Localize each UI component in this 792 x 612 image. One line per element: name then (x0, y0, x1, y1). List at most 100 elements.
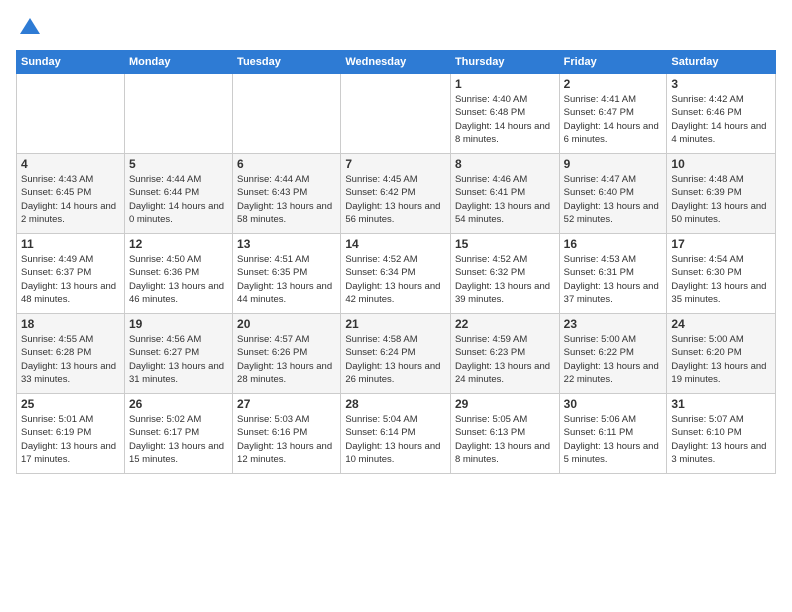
day-info: Sunrise: 4:41 AMSunset: 6:47 PMDaylight:… (564, 93, 663, 146)
table-row: 13 Sunrise: 4:51 AMSunset: 6:35 PMDayligh… (233, 234, 341, 314)
day-info: Sunrise: 5:07 AMSunset: 6:10 PMDaylight:… (671, 413, 771, 466)
table-row: 16 Sunrise: 4:53 AMSunset: 6:31 PMDayligh… (559, 234, 667, 314)
day-info: Sunrise: 4:59 AMSunset: 6:23 PMDaylight:… (455, 333, 555, 386)
table-row: 8 Sunrise: 4:46 AMSunset: 6:41 PMDaylight… (450, 154, 559, 234)
day-info: Sunrise: 4:53 AMSunset: 6:31 PMDaylight:… (564, 253, 663, 306)
table-row: 30 Sunrise: 5:06 AMSunset: 6:11 PMDayligh… (559, 394, 667, 474)
day-info: Sunrise: 4:46 AMSunset: 6:41 PMDaylight:… (455, 173, 555, 226)
table-row: 12 Sunrise: 4:50 AMSunset: 6:36 PMDayligh… (124, 234, 232, 314)
day-info: Sunrise: 4:47 AMSunset: 6:40 PMDaylight:… (564, 173, 663, 226)
col-sunday: Sunday (17, 51, 125, 74)
day-number: 14 (345, 237, 446, 251)
day-info: Sunrise: 4:54 AMSunset: 6:30 PMDaylight:… (671, 253, 771, 306)
table-row: 29 Sunrise: 5:05 AMSunset: 6:13 PMDayligh… (450, 394, 559, 474)
calendar-week-row: 18 Sunrise: 4:55 AMSunset: 6:28 PMDayligh… (17, 314, 776, 394)
day-info: Sunrise: 5:06 AMSunset: 6:11 PMDaylight:… (564, 413, 663, 466)
day-number: 7 (345, 157, 446, 171)
day-number: 13 (237, 237, 336, 251)
day-number: 27 (237, 397, 336, 411)
table-row: 19 Sunrise: 4:56 AMSunset: 6:27 PMDayligh… (124, 314, 232, 394)
day-info: Sunrise: 5:04 AMSunset: 6:14 PMDaylight:… (345, 413, 446, 466)
day-info: Sunrise: 4:58 AMSunset: 6:24 PMDaylight:… (345, 333, 446, 386)
table-row: 28 Sunrise: 5:04 AMSunset: 6:14 PMDayligh… (341, 394, 451, 474)
day-number: 3 (671, 77, 771, 91)
table-row: 31 Sunrise: 5:07 AMSunset: 6:10 PMDayligh… (667, 394, 776, 474)
table-row: 22 Sunrise: 4:59 AMSunset: 6:23 PMDayligh… (450, 314, 559, 394)
table-row: 11Sunrise: 4:49 AMSunset: 6:37 PMDayligh… (17, 234, 125, 314)
col-wednesday: Wednesday (341, 51, 451, 74)
day-info: Sunrise: 4:52 AMSunset: 6:32 PMDaylight:… (455, 253, 555, 306)
table-row: 5Sunrise: 4:44 AMSunset: 6:44 PMDaylight… (124, 154, 232, 234)
logo-icon (18, 16, 42, 40)
table-row (341, 74, 451, 154)
table-row: 4 Sunrise: 4:43 AMSunset: 6:45 PMDaylight… (17, 154, 125, 234)
col-thursday: Thursday (450, 51, 559, 74)
day-number: 16 (564, 237, 663, 251)
day-info: Sunrise: 5:00 AMSunset: 6:20 PMDaylight:… (671, 333, 771, 386)
table-row (233, 74, 341, 154)
calendar-week-row: 4 Sunrise: 4:43 AMSunset: 6:45 PMDaylight… (17, 154, 776, 234)
day-info: Sunrise: 4:50 AMSunset: 6:36 PMDaylight:… (129, 253, 228, 306)
day-info: Sunrise: 4:45 AMSunset: 6:42 PMDaylight:… (345, 173, 446, 226)
calendar-week-row: 25Sunrise: 5:01 AMSunset: 6:19 PMDayligh… (17, 394, 776, 474)
day-info: Sunrise: 4:44 AMSunset: 6:43 PMDaylight:… (237, 173, 336, 226)
day-number: 29 (455, 397, 555, 411)
day-info: Sunrise: 4:55 AMSunset: 6:28 PMDaylight:… (21, 333, 120, 386)
table-row: 25Sunrise: 5:01 AMSunset: 6:19 PMDayligh… (17, 394, 125, 474)
day-number: 22 (455, 317, 555, 331)
day-info: Sunrise: 4:56 AMSunset: 6:27 PMDaylight:… (129, 333, 228, 386)
day-info: Sunrise: 4:52 AMSunset: 6:34 PMDaylight:… (345, 253, 446, 306)
day-number: 9 (564, 157, 663, 171)
calendar-week-row: 1Sunrise: 4:40 AMSunset: 6:48 PMDaylight… (17, 74, 776, 154)
day-number: 8 (455, 157, 555, 171)
table-row (17, 74, 125, 154)
col-saturday: Saturday (667, 51, 776, 74)
day-info: Sunrise: 4:51 AMSunset: 6:35 PMDaylight:… (237, 253, 336, 306)
table-row: 18 Sunrise: 4:55 AMSunset: 6:28 PMDayligh… (17, 314, 125, 394)
day-number: 17 (671, 237, 771, 251)
table-row: 21 Sunrise: 4:58 AMSunset: 6:24 PMDayligh… (341, 314, 451, 394)
calendar-table: Sunday Monday Tuesday Wednesday Thursday… (16, 50, 776, 474)
day-number: 12 (129, 237, 228, 251)
day-number: 10 (671, 157, 771, 171)
day-number: 4 (21, 157, 120, 171)
day-number: 19 (129, 317, 228, 331)
day-number: 15 (455, 237, 555, 251)
table-row: 6 Sunrise: 4:44 AMSunset: 6:43 PMDaylight… (233, 154, 341, 234)
day-info: Sunrise: 4:42 AMSunset: 6:46 PMDaylight:… (671, 93, 771, 146)
table-row: 23Sunrise: 5:00 AMSunset: 6:22 PMDayligh… (559, 314, 667, 394)
day-number: 2 (564, 77, 663, 91)
page: Sunday Monday Tuesday Wednesday Thursday… (0, 0, 792, 612)
day-info: Sunrise: 4:43 AMSunset: 6:45 PMDaylight:… (21, 173, 120, 226)
table-row: 14 Sunrise: 4:52 AMSunset: 6:34 PMDayligh… (341, 234, 451, 314)
col-tuesday: Tuesday (233, 51, 341, 74)
logo-text (16, 16, 42, 40)
day-number: 31 (671, 397, 771, 411)
header (16, 16, 776, 40)
day-number: 30 (564, 397, 663, 411)
day-number: 21 (345, 317, 446, 331)
day-info: Sunrise: 5:05 AMSunset: 6:13 PMDaylight:… (455, 413, 555, 466)
table-row: 9 Sunrise: 4:47 AMSunset: 6:40 PMDaylight… (559, 154, 667, 234)
col-friday: Friday (559, 51, 667, 74)
day-number: 18 (21, 317, 120, 331)
table-row (124, 74, 232, 154)
col-monday: Monday (124, 51, 232, 74)
day-number: 6 (237, 157, 336, 171)
day-info: Sunrise: 5:03 AMSunset: 6:16 PMDaylight:… (237, 413, 336, 466)
day-info: Sunrise: 5:02 AMSunset: 6:17 PMDaylight:… (129, 413, 228, 466)
table-row: 26 Sunrise: 5:02 AMSunset: 6:17 PMDayligh… (124, 394, 232, 474)
table-row: 1Sunrise: 4:40 AMSunset: 6:48 PMDaylight… (450, 74, 559, 154)
table-row: 27 Sunrise: 5:03 AMSunset: 6:16 PMDayligh… (233, 394, 341, 474)
table-row: 2 Sunrise: 4:41 AMSunset: 6:47 PMDaylight… (559, 74, 667, 154)
table-row: 10Sunrise: 4:48 AMSunset: 6:39 PMDayligh… (667, 154, 776, 234)
day-number: 26 (129, 397, 228, 411)
day-info: Sunrise: 4:57 AMSunset: 6:26 PMDaylight:… (237, 333, 336, 386)
logo (16, 16, 42, 40)
day-info: Sunrise: 4:44 AMSunset: 6:44 PMDaylight:… (129, 173, 228, 226)
day-number: 28 (345, 397, 446, 411)
calendar-header-row: Sunday Monday Tuesday Wednesday Thursday… (17, 51, 776, 74)
day-info: Sunrise: 4:40 AMSunset: 6:48 PMDaylight:… (455, 93, 555, 146)
day-number: 23 (564, 317, 663, 331)
table-row: 15 Sunrise: 4:52 AMSunset: 6:32 PMDayligh… (450, 234, 559, 314)
